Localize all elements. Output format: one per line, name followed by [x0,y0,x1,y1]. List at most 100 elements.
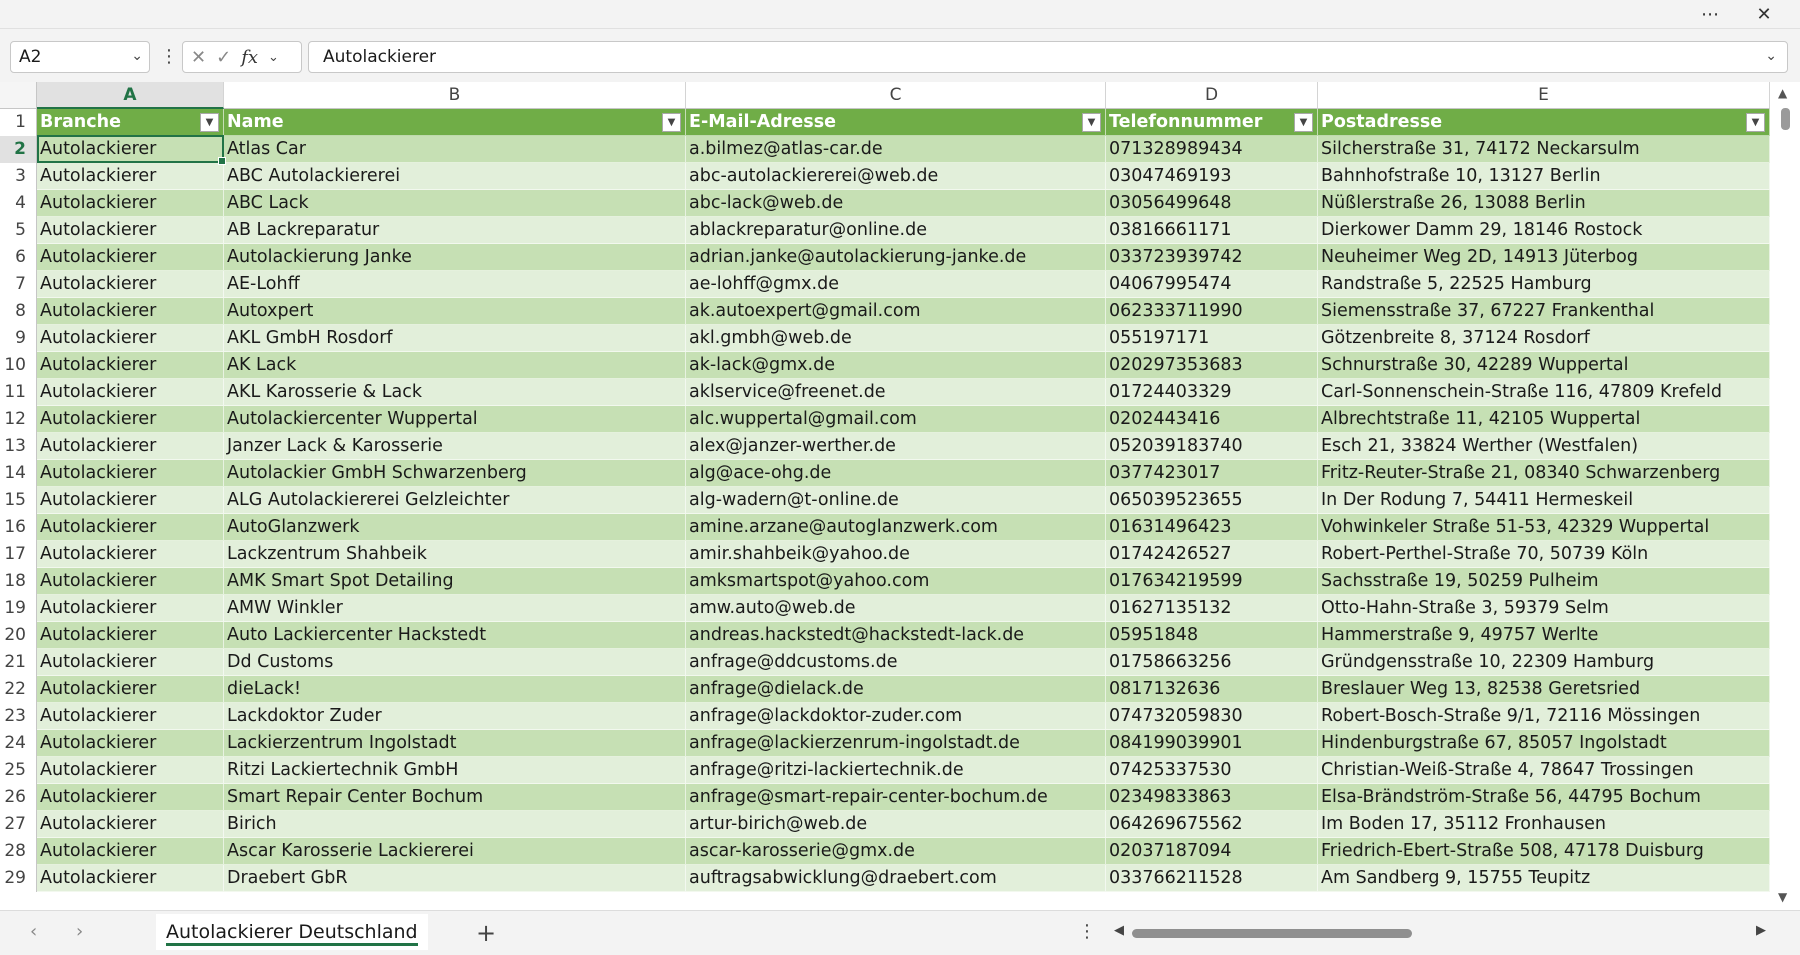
cell[interactable]: Autolackierer [37,703,224,730]
check-icon[interactable]: ✓ [216,47,231,68]
header-cell[interactable]: Name [224,109,686,136]
horizontal-scroll-thumb[interactable] [1132,929,1412,938]
cell[interactable]: AMW Winkler [224,595,686,622]
cell[interactable]: ae-lohff@gmx.de [686,271,1106,298]
cell[interactable]: Breslauer Weg 13, 82538 Geretsried [1318,676,1770,703]
cell[interactable]: amw.auto@web.de [686,595,1106,622]
cell[interactable]: Gründgensstraße 10, 22309 Hamburg [1318,649,1770,676]
chevron-down-icon[interactable]: ⌄ [268,50,279,65]
scroll-right-icon[interactable]: ▶ [1756,923,1766,938]
cell[interactable]: Autolackierer [37,649,224,676]
cell[interactable]: 0202443416 [1106,406,1318,433]
cell[interactable]: 055197171 [1106,325,1318,352]
name-box[interactable]: A2 ⌄ [10,41,150,73]
cell[interactable]: 01758663256 [1106,649,1318,676]
cell[interactable]: alc.wuppertal@gmail.com [686,406,1106,433]
column-header-d[interactable]: D [1106,82,1318,109]
vertical-scroll-thumb[interactable] [1781,108,1790,130]
cell[interactable]: 01724403329 [1106,379,1318,406]
cell[interactable]: alg-wadern@t-online.de [686,487,1106,514]
row-header[interactable]: 3 [0,163,37,190]
cell[interactable]: aklservice@freenet.de [686,379,1106,406]
cell[interactable]: Otto-Hahn-Straße 3, 59379 Selm [1318,595,1770,622]
cell[interactable]: amksmartspot@yahoo.com [686,568,1106,595]
cell[interactable]: amine.arzane@autoglanzwerk.com [686,514,1106,541]
row-header[interactable]: 16 [0,514,37,541]
cell[interactable]: andreas.hackstedt@hackstedt-lack.de [686,622,1106,649]
cell[interactable]: Lackierzentrum Ingolstadt [224,730,686,757]
cell[interactable]: Autolackierer [37,541,224,568]
scroll-down-icon[interactable]: ▼ [1778,890,1787,904]
scroll-left-icon[interactable]: ◀ [1114,923,1124,938]
cell[interactable]: Neuheimer Weg 2D, 14913 Jüterbog [1318,244,1770,271]
cell[interactable]: 017634219599 [1106,568,1318,595]
cell[interactable]: Autolackierer [37,298,224,325]
cell[interactable]: AMK Smart Spot Detailing [224,568,686,595]
row-header[interactable]: 29 [0,865,37,892]
cell[interactable]: Christian-Weiß-Straße 4, 78647 Trossinge… [1318,757,1770,784]
cell[interactable]: Autolackierer [37,136,224,163]
add-sheet-icon[interactable]: + [476,919,496,947]
row-header[interactable]: 8 [0,298,37,325]
cell[interactable]: ALG Autolackiererei Gelzleichter [224,487,686,514]
cell[interactable]: Autolackierer [37,757,224,784]
row-header[interactable]: 19 [0,595,37,622]
cell[interactable]: Autolackierer [37,460,224,487]
row-header[interactable]: 25 [0,757,37,784]
row-header[interactable]: 1 [0,109,37,136]
cell[interactable]: Autolackierer [37,784,224,811]
cell[interactable]: 05951848 [1106,622,1318,649]
cell[interactable]: Carl-Sonnenschein-Straße 116, 47809 Kref… [1318,379,1770,406]
header-cell[interactable]: Telefonnummer [1106,109,1318,136]
spreadsheet-grid[interactable]: A B C D E 1 Branche ▼ Name ▼ E-Mail-Adresse ▼ Telefo… [0,82,1800,910]
cell[interactable]: Smart Repair Center Bochum [224,784,686,811]
chevron-down-icon[interactable]: ⌄ [131,48,143,64]
cell[interactable]: Bahnhofstraße 10, 13127 Berlin [1318,163,1770,190]
row-header[interactable]: 28 [0,838,37,865]
cell[interactable]: anfrage@lackierzenrum-ingolstadt.de [686,730,1106,757]
cell[interactable]: Autolackierer [37,379,224,406]
row-header[interactable]: 7 [0,271,37,298]
cell[interactable]: Autolackierer [37,811,224,838]
row-header[interactable]: 6 [0,244,37,271]
cell[interactable]: Albrechtstraße 11, 42105 Wuppertal [1318,406,1770,433]
column-header-b[interactable]: B [224,82,686,109]
expand-formula-icon[interactable]: ⌄ [1765,48,1777,64]
row-header[interactable]: 18 [0,568,37,595]
cell[interactable]: artur-birich@web.de [686,811,1106,838]
more-options-button[interactable]: ⋯ [1686,0,1734,28]
row-header[interactable]: 5 [0,217,37,244]
next-sheet-icon[interactable]: › [76,921,83,942]
cell[interactable]: Autolackierer [37,352,224,379]
cell[interactable]: 062333711990 [1106,298,1318,325]
cell[interactable]: Autolackierer [37,190,224,217]
cell[interactable]: Autolackierer [37,406,224,433]
close-button[interactable]: ✕ [1740,0,1788,28]
cell[interactable]: Autolackierer [37,595,224,622]
cell[interactable]: AK Lack [224,352,686,379]
cell[interactable]: auftragsabwicklung@draebert.com [686,865,1106,892]
row-header[interactable]: 9 [0,325,37,352]
formula-input[interactable]: Autolackierer ⌄ [308,41,1788,73]
cell[interactable]: AE-Lohff [224,271,686,298]
cell[interactable]: Auto Lackiercenter Hackstedt [224,622,686,649]
cell[interactable]: Autolackierer [37,271,224,298]
column-header-a[interactable]: A [37,82,224,109]
cell[interactable]: 033766211528 [1106,865,1318,892]
cell[interactable]: 0377423017 [1106,460,1318,487]
cell[interactable]: anfrage@ddcustoms.de [686,649,1106,676]
cell[interactable]: Autolackierer [37,325,224,352]
cell[interactable]: abc-autolackiererei@web.de [686,163,1106,190]
cell[interactable]: Autolackierer [37,433,224,460]
cell[interactable]: 084199039901 [1106,730,1318,757]
cell[interactable]: Im Boden 17, 35112 Fronhausen [1318,811,1770,838]
row-header[interactable]: 13 [0,433,37,460]
cell[interactable]: Dierkower Damm 29, 18146 Rostock [1318,217,1770,244]
row-header[interactable]: 11 [0,379,37,406]
previous-sheet-icon[interactable]: ‹ [30,921,37,942]
cell[interactable]: 01627135132 [1106,595,1318,622]
cell[interactable]: Autolackierer [37,838,224,865]
cell[interactable]: Autoxpert [224,298,686,325]
cell[interactable]: Autolackierung Janke [224,244,686,271]
cell[interactable]: Fritz-Reuter-Straße 21, 08340 Schwarzenb… [1318,460,1770,487]
